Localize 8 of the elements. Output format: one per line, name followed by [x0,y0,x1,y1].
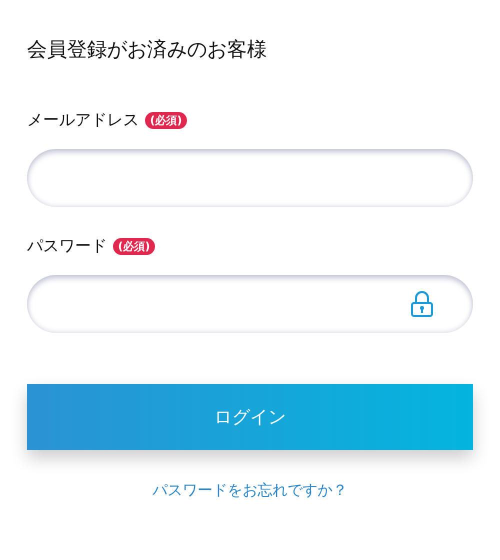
field-label: パスワード [27,236,107,256]
field-label: メールアドレス [27,110,139,130]
required-tag: (必須) [113,238,156,254]
forgot-password-link[interactable]: パスワードをお忘れですか？ [152,481,348,499]
required-tag: (必須) [145,112,188,128]
login-button[interactable]: ログイン [27,384,473,450]
lock-icon [411,291,433,317]
section-heading: 会員登録がお済みのお客様 [27,36,268,63]
